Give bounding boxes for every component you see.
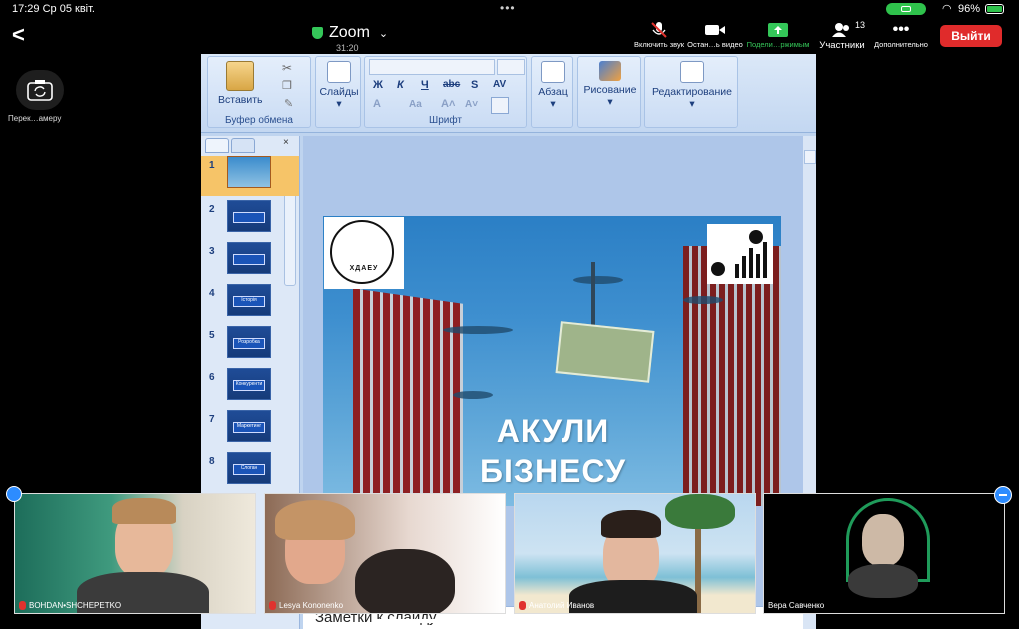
mic-muted-icon — [651, 22, 667, 38]
university-logo: ХДАЕУ — [324, 217, 404, 289]
font-name-select[interactable] — [369, 59, 495, 75]
mic-muted-icon — [519, 601, 526, 610]
wifi-icon: ◠ — [942, 3, 952, 15]
tab-outline[interactable] — [231, 138, 255, 153]
leave-meeting-button[interactable]: Выйти — [940, 25, 1002, 47]
building-right — [683, 246, 781, 506]
paste-icon — [226, 61, 255, 91]
switch-camera-icon — [27, 80, 53, 101]
pin-video-icon[interactable] — [6, 486, 22, 502]
shark — [453, 391, 493, 399]
slide-thumbnail[interactable]: 2 — [201, 200, 299, 240]
battery-percent: 96% — [958, 3, 981, 15]
finance-chart-logo — [707, 224, 773, 284]
font-size-select[interactable] — [497, 59, 525, 75]
minimize-videos-button[interactable] — [994, 486, 1012, 504]
back-button[interactable]: < — [12, 22, 25, 48]
switch-camera-button[interactable] — [16, 70, 64, 110]
close-pane-icon[interactable]: × — [283, 137, 289, 148]
current-slide[interactable]: ХДАЕУ АКУЛИ БІЗНЕСУ — [323, 216, 781, 506]
status-time: 17:29 Ср 05 квіт. — [12, 3, 95, 15]
paragraph-button[interactable]: Абзац ▾ — [533, 61, 573, 110]
participants-count: 13 — [855, 20, 866, 30]
participants-button[interactable]: 13 Участники — [816, 20, 868, 51]
stop-video-button[interactable]: Остан…ь видео — [684, 20, 746, 49]
paste-button[interactable]: Вставить — [218, 61, 263, 106]
align-icon — [541, 61, 565, 83]
editing-group: Редактирование ▾ — [644, 56, 738, 128]
slide-thumbnail[interactable]: 1 — [201, 156, 299, 196]
shark — [573, 276, 623, 284]
slides-button[interactable]: Слайды ▾ — [318, 61, 360, 110]
slide-thumbnail[interactable]: 3 — [201, 242, 299, 282]
share-screen-button[interactable]: Подели…ржимым — [742, 20, 814, 49]
slides-icon — [327, 61, 351, 83]
slide-title: АКУЛИ БІЗНЕСУ — [480, 413, 626, 489]
bold-button[interactable]: Ж — [373, 79, 383, 91]
grow-font-icon[interactable]: A˄ — [441, 98, 455, 110]
strikethrough-button[interactable]: abc — [443, 79, 460, 90]
share-screen-icon — [768, 23, 788, 37]
font-group-label: Шрифт — [429, 115, 462, 126]
clipboard-group-label: Буфер обмена — [225, 115, 293, 126]
slide-thumbnail[interactable]: 8 Слоган — [201, 452, 299, 492]
more-dots-icon: ••• — [892, 21, 910, 38]
slide-thumbnail[interactable]: 5 Розробка — [201, 326, 299, 366]
slide-thumbnail[interactable]: 4 Історія — [201, 284, 299, 324]
building-left — [353, 288, 463, 506]
copy-icon[interactable]: ❐ — [282, 79, 292, 92]
binoculars-icon — [680, 61, 704, 83]
home-indicator[interactable] — [374, 619, 644, 623]
video-tile[interactable]: Вера Савченко — [763, 493, 1005, 614]
participants-icon — [832, 23, 849, 37]
italic-button[interactable]: К — [397, 79, 404, 91]
slide-thumbnail[interactable]: 7 Маркетинг — [201, 410, 299, 450]
char-spacing-button[interactable]: AV — [493, 79, 506, 90]
participant-name-label: Lesya Kononenko — [269, 601, 343, 610]
mic-active-indicator-icon — [886, 3, 926, 15]
meeting-title[interactable]: Zoom ⌄ — [312, 24, 388, 42]
participant-name-label: Вера Савченко — [768, 601, 825, 610]
paragraph-group: Абзац ▾ — [531, 56, 573, 128]
participant-name-label: Анатолий Иванов — [519, 601, 594, 610]
ios-status-bar: 17:29 Ср 05 квіт. ••• ◠ 96% — [0, 0, 1019, 18]
dollar-bill — [555, 321, 655, 383]
multitasking-dots-icon[interactable]: ••• — [500, 1, 516, 15]
more-button[interactable]: ••• Дополнительно — [869, 20, 933, 49]
ribbon: Вставить ✂ ❐ ✎ Буфер обмена Слайды ▾ Ж К … — [201, 54, 816, 133]
drawing-group: Рисование ▾ — [577, 56, 641, 128]
clear-formatting-icon[interactable] — [491, 97, 509, 114]
underline-button[interactable]: Ч — [421, 79, 429, 91]
tab-slides[interactable] — [205, 138, 229, 153]
shark — [443, 326, 513, 334]
shrink-font-icon[interactable]: A˅ — [465, 99, 478, 110]
format-painter-icon[interactable]: ✎ — [284, 97, 293, 110]
meeting-timer: 31:20 — [336, 43, 359, 53]
shapes-icon — [599, 61, 621, 81]
participant-name-label: BOHDAN•SHCHEPETKO — [19, 601, 121, 610]
slides-group: Слайды ▾ — [315, 56, 361, 128]
video-tile[interactable]: Lesya Kononenko — [264, 493, 506, 614]
slide-thumbnail[interactable]: 6 Конкуренти — [201, 368, 299, 408]
switch-camera-label: Перек…амеру — [8, 114, 62, 123]
editing-button[interactable]: Редактирование ▾ — [645, 61, 739, 110]
font-color-icon[interactable]: A — [373, 98, 381, 110]
shadow-button[interactable]: S — [471, 79, 478, 91]
change-case-icon[interactable]: Aa — [409, 99, 422, 110]
drawing-button[interactable]: Рисование ▾ — [578, 61, 642, 108]
security-shield-icon — [312, 27, 323, 39]
shark — [683, 296, 723, 304]
video-tile[interactable]: Анатолий Иванов — [514, 493, 756, 614]
clipboard-group: Вставить ✂ ❐ ✎ Буфер обмена — [207, 56, 311, 128]
video-camera-icon — [705, 25, 725, 35]
mic-muted-icon — [19, 601, 26, 610]
font-group: Ж К Ч abc S AV A Aa A˄ A˅ Шрифт — [364, 56, 527, 128]
fishing-line — [591, 262, 595, 332]
video-tile[interactable]: BOHDAN•SHCHEPETKO — [14, 493, 256, 614]
battery-icon — [985, 4, 1004, 14]
cut-icon[interactable]: ✂ — [282, 61, 292, 75]
chevron-down-icon: ⌄ — [378, 27, 389, 40]
mic-muted-icon — [269, 601, 276, 610]
